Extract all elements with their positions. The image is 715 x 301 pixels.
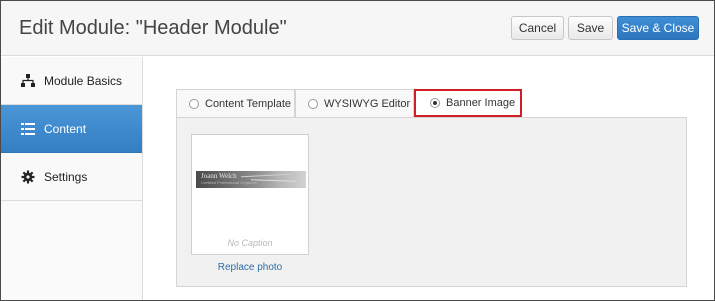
- sidebar-item-label: Content: [44, 121, 87, 136]
- radio-button-selected[interactable]: [430, 98, 440, 108]
- list-icon: [20, 121, 36, 137]
- banner-logo-text: Joann Welch: [201, 172, 237, 180]
- photo-caption: No Caption: [227, 238, 273, 248]
- save-button[interactable]: Save: [568, 16, 613, 40]
- sidebar-item-label: Settings: [44, 169, 88, 184]
- banner-image-panel: Joann Welch Certified Professional Organ…: [176, 117, 687, 287]
- header-bar: Edit Module: "Header Module" Cancel Save…: [1, 1, 714, 56]
- tab-label: WYSIWYG Editor: [324, 97, 411, 110]
- sidebar-item-label: Module Basics: [44, 73, 123, 88]
- page-title: Edit Module: "Header Module": [19, 17, 287, 39]
- banner-image: Joann Welch Certified Professional Organ…: [196, 171, 306, 188]
- save-close-button[interactable]: Save & Close: [617, 16, 699, 40]
- tab-banner-image[interactable]: Banner Image: [414, 89, 522, 117]
- tab-label: Banner Image: [446, 97, 516, 109]
- sitemap-icon: [20, 73, 36, 89]
- tab-wysiwyg-editor[interactable]: WYSIWYG Editor: [295, 89, 414, 117]
- sidebar-item-module-basics[interactable]: Module Basics: [1, 57, 142, 105]
- banner-decoration: [241, 173, 291, 178]
- photo-thumbnail[interactable]: Joann Welch Certified Professional Organ…: [191, 134, 309, 255]
- gear-icon: [20, 169, 36, 185]
- cancel-button[interactable]: Cancel: [511, 16, 564, 40]
- replace-photo-link[interactable]: Replace photo: [191, 262, 309, 273]
- tab-label: Content Template: [205, 97, 292, 110]
- sidebar-item-content[interactable]: Content: [1, 105, 142, 153]
- sidebar: Module Basics Content Settings: [1, 57, 143, 300]
- sidebar-item-settings[interactable]: Settings: [1, 153, 142, 201]
- radio-button[interactable]: [189, 98, 199, 109]
- tab-content-template[interactable]: Content Template: [176, 89, 295, 117]
- banner-tagline: Certified Professional Organizer: [201, 180, 258, 185]
- content-area: Content Template WYSIWYG Editor Banner I…: [143, 57, 714, 300]
- edit-module-window: Edit Module: "Header Module" Cancel Save…: [0, 0, 715, 301]
- radio-button[interactable]: [308, 98, 318, 109]
